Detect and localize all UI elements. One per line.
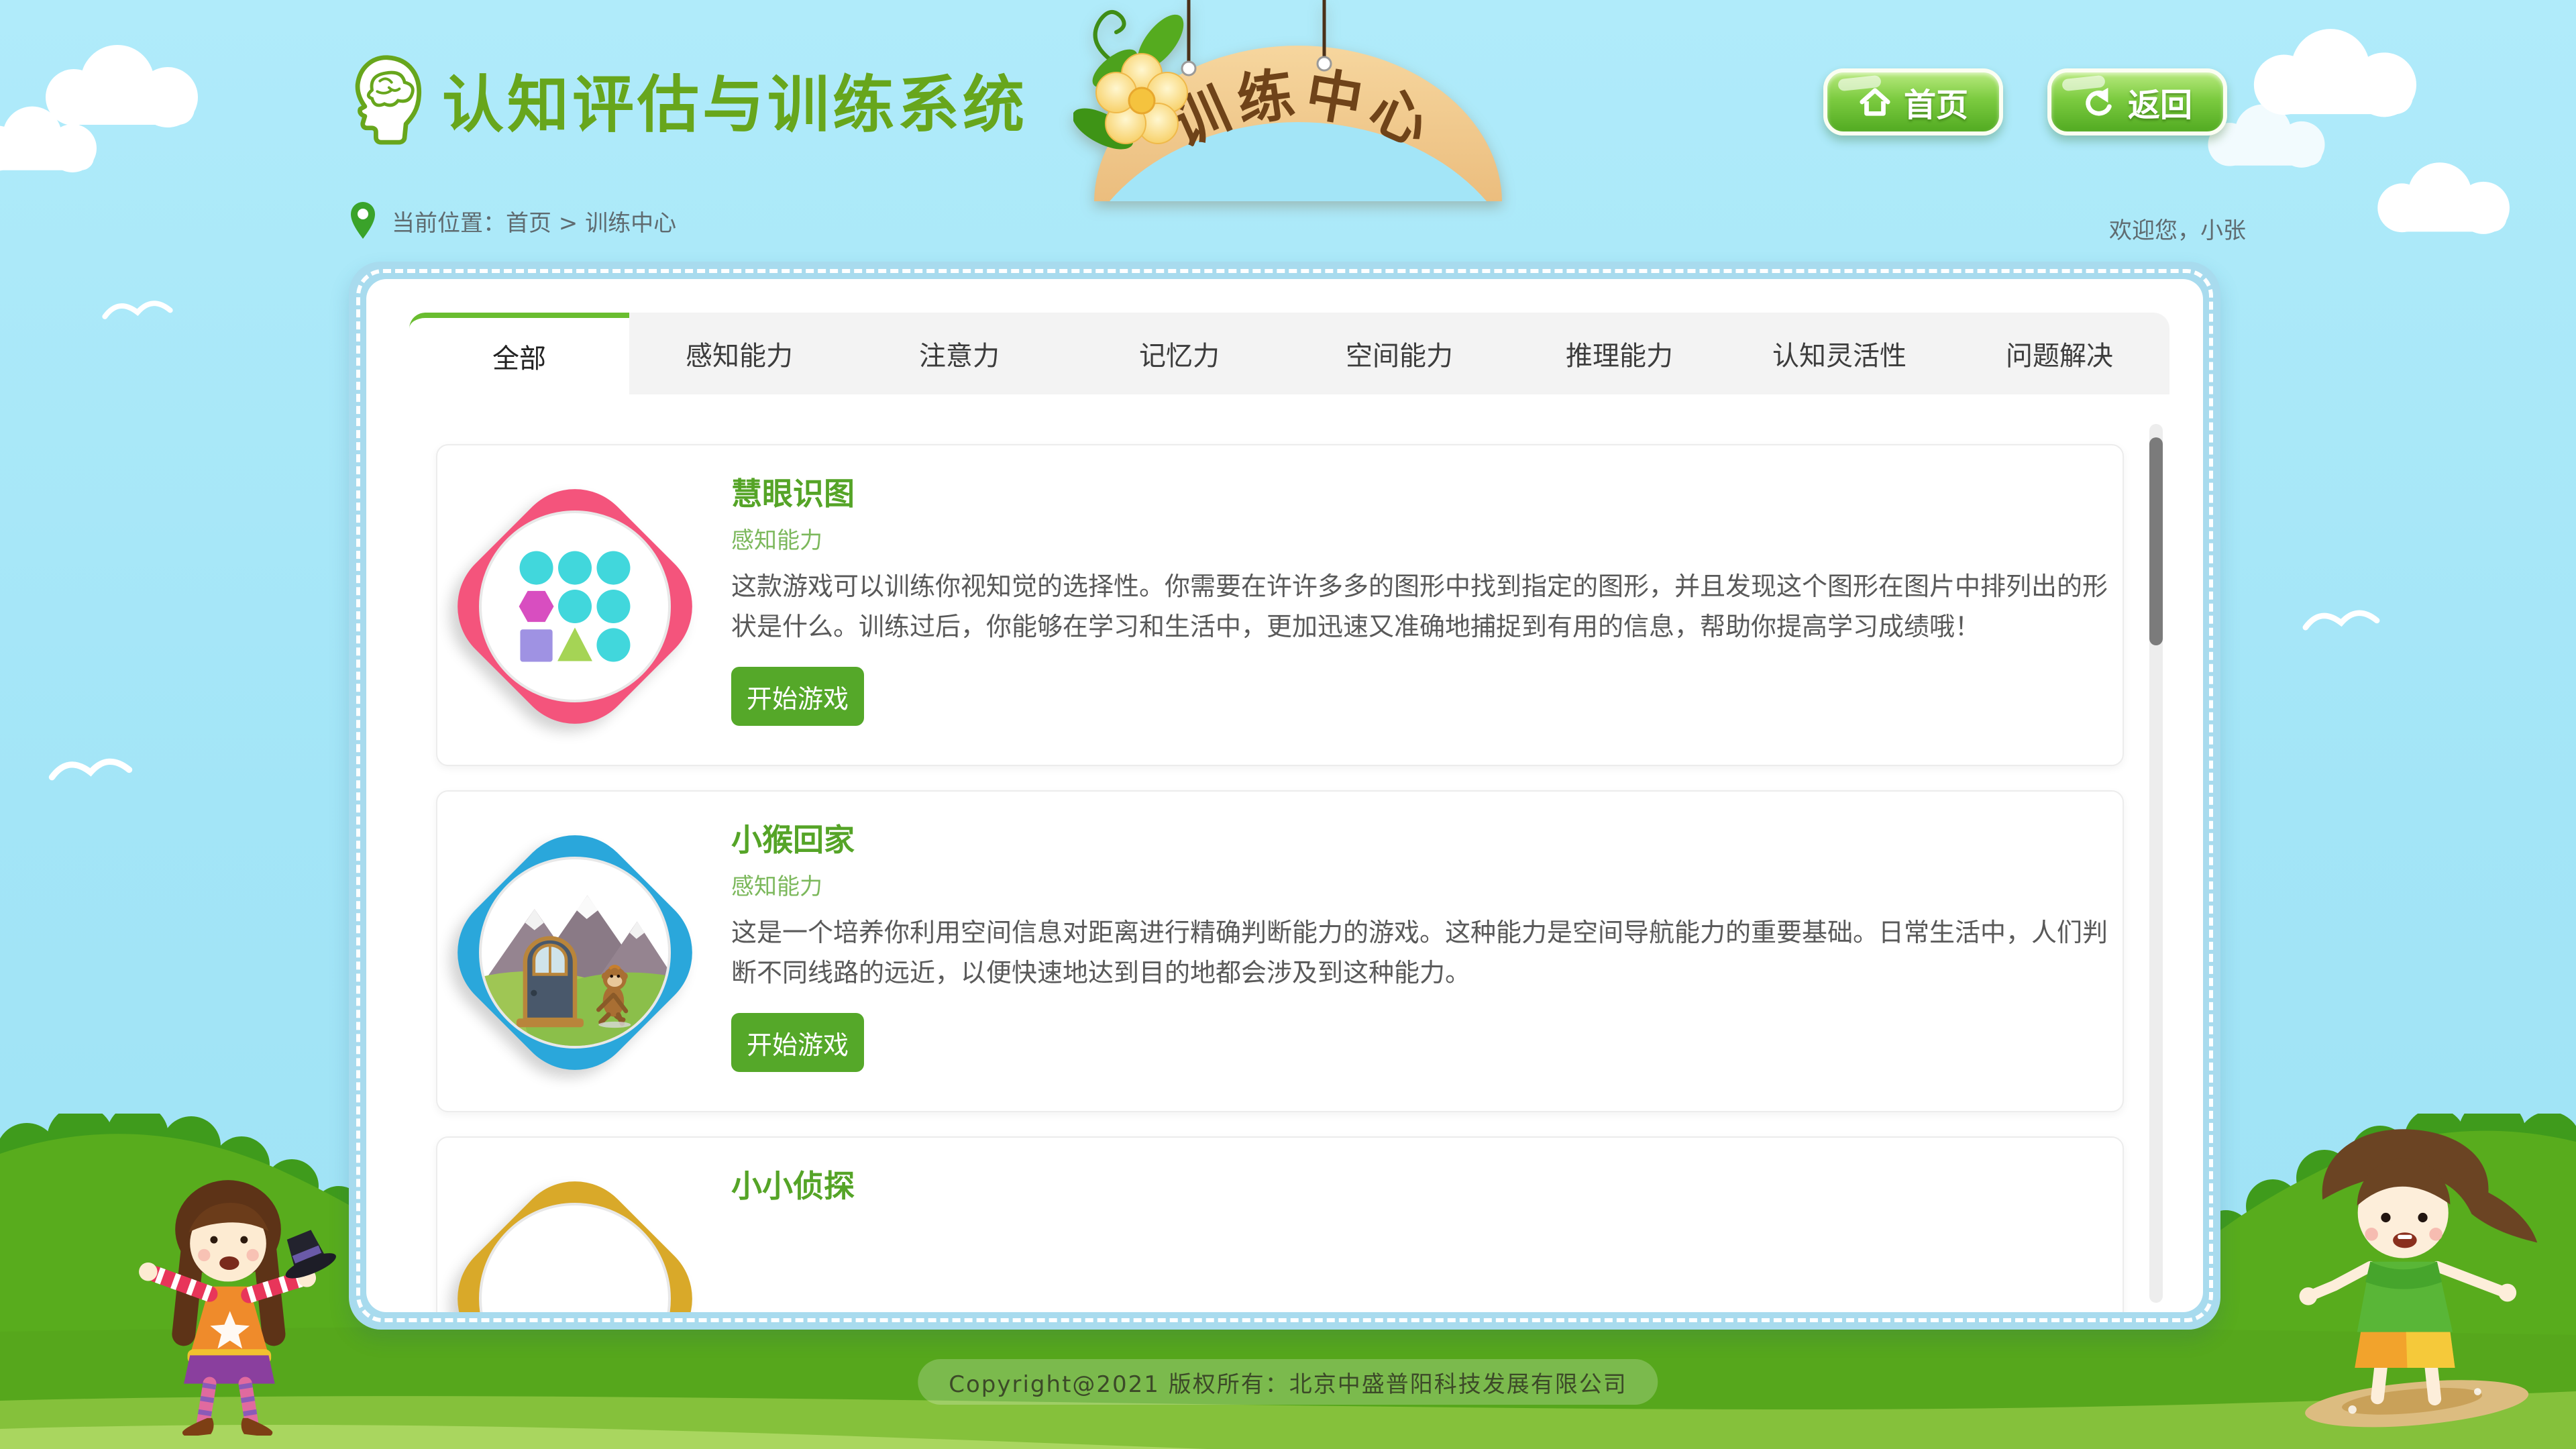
tab-problem-solving[interactable]: 问题解决 (1949, 313, 2169, 394)
brain-head-icon (345, 54, 425, 145)
home-icon (1858, 85, 1892, 119)
copyright-text: Copyright@2021 版权所有：北京中盛普阳科技发展有限公司 (949, 1366, 1627, 1399)
breadcrumb-text[interactable]: 当前位置：首页 > 训练中心 (392, 205, 676, 237)
game-card-list: 慧眼识图 感知能力 这款游戏可以训练你视知觉的选择性。你需要在许许多多的图形中找… (436, 444, 2124, 1312)
tab-spatial[interactable]: 空间能力 (1289, 313, 1509, 394)
home-button[interactable]: 首页 (1823, 68, 2003, 136)
scrollbar-track[interactable] (2149, 424, 2163, 1303)
back-button[interactable]: 返回 (2047, 68, 2227, 136)
game-category: 感知能力 (731, 868, 822, 901)
game-description: 这款游戏可以训练你视知觉的选择性。你需要在许许多多的图形中找到指定的图形，并且发… (731, 566, 2112, 647)
panel-content: 全部 感知能力 注意力 记忆力 空间能力 推理能力 认知灵活性 问题解决 (366, 279, 2203, 1312)
app-logo: 认知评估与训练系统 (345, 54, 1028, 145)
back-button-label: 返回 (2128, 78, 2192, 125)
bird-icon (2301, 604, 2381, 637)
boy-character (2281, 1110, 2549, 1432)
game-description: 这是一个培养你利用空间信息对距离进行精确判断能力的游戏。这种能力是空间导航能力的… (731, 912, 2112, 993)
girl-character (117, 1171, 339, 1436)
tab-attention[interactable]: 注意力 (849, 313, 1069, 394)
game-card: 小猴回家 感知能力 这是一个培养你利用空间信息对距离进行精确判断能力的游戏。这种… (436, 790, 2124, 1112)
game-title: 慧眼识图 (731, 470, 855, 514)
tab-reasoning[interactable]: 推理能力 (1509, 313, 1729, 394)
flower-decoration (1073, 7, 1192, 158)
game-icon (453, 1163, 696, 1312)
welcome-text: 欢迎您，小张 (2109, 212, 2246, 245)
tab-flexibility[interactable]: 认知灵活性 (1729, 313, 1949, 394)
location-pin-icon (349, 201, 377, 240)
game-category: 感知能力 (731, 522, 822, 555)
bird-icon (101, 295, 174, 325)
training-center-panel: 全部 感知能力 注意力 记忆力 空间能力 推理能力 认知灵活性 问题解决 (349, 262, 2220, 1330)
cloud (0, 101, 121, 174)
tab-perception[interactable]: 感知能力 (629, 313, 849, 394)
page: 认知评估与训练系统 训练中心 (0, 0, 2576, 1449)
training-center-sign: 训练中心 (1073, 0, 1529, 201)
game-title: 小猴回家 (731, 816, 855, 860)
app-title: 认知评估与训练系统 (442, 55, 1028, 144)
scrollbar-thumb[interactable] (2149, 437, 2163, 645)
game-title: 小小侦探 (731, 1162, 855, 1206)
game-icon (453, 471, 696, 742)
cloud (2361, 158, 2536, 235)
return-arrow-icon (2082, 85, 2116, 119)
breadcrumb: 当前位置：首页 > 训练中心 (349, 201, 676, 240)
start-game-button[interactable]: 开始游戏 (731, 667, 864, 726)
footer: Copyright@2021 版权所有：北京中盛普阳科技发展有限公司 (918, 1359, 1658, 1405)
start-game-button[interactable]: 开始游戏 (731, 1013, 864, 1072)
tab-memory[interactable]: 记忆力 (1069, 313, 1289, 394)
bird-icon (47, 751, 134, 788)
tab-all[interactable]: 全部 (409, 313, 629, 394)
game-card: 小小侦探 (436, 1136, 2124, 1312)
home-button-label: 首页 (1904, 78, 1968, 125)
category-tabbar: 全部 感知能力 注意力 记忆力 空间能力 推理能力 认知灵活性 问题解决 (409, 313, 2169, 394)
game-card: 慧眼识图 感知能力 这款游戏可以训练你视知觉的选择性。你需要在许许多多的图形中找… (436, 444, 2124, 766)
game-icon (453, 817, 696, 1088)
